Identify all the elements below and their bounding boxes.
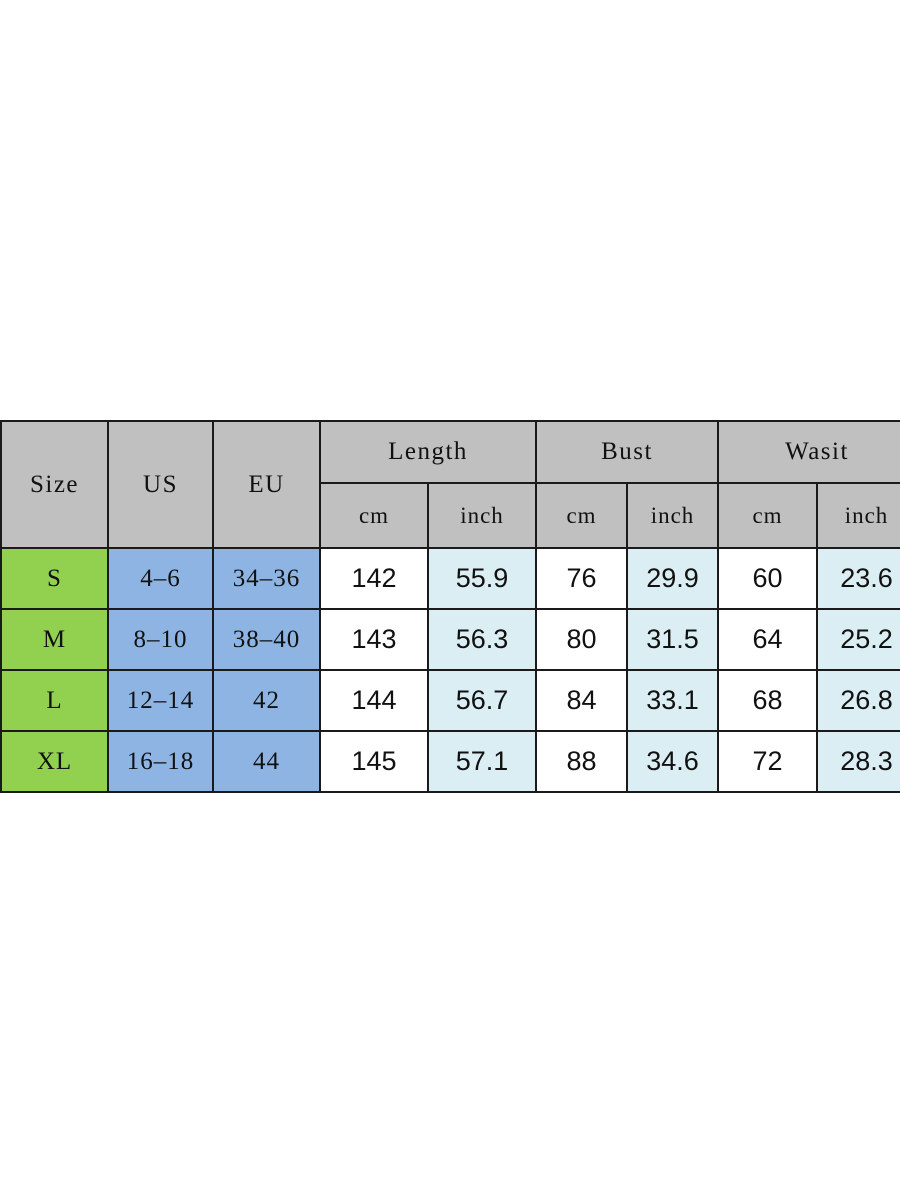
cell-waist-cm: 68 (717, 669, 818, 732)
table-row: S 4–6 34–36 142 55.9 76 29.9 60 23.6 (0, 547, 900, 610)
table-row: M 8–10 38–40 143 56.3 80 31.5 64 25.2 (0, 608, 900, 671)
cell-waist-inch: 28.3 (816, 730, 900, 793)
header-us: US (107, 420, 214, 549)
header-waist-cm: cm (717, 482, 818, 549)
cell-size: S (0, 547, 109, 610)
cell-us: 8–10 (107, 608, 214, 671)
cell-size: L (0, 669, 109, 732)
table-row: L 12–14 42 144 56.7 84 33.1 68 26.8 (0, 669, 900, 732)
cell-waist-inch: 23.6 (816, 547, 900, 610)
cell-us: 12–14 (107, 669, 214, 732)
cell-length-inch: 56.7 (427, 669, 537, 732)
cell-length-cm: 143 (319, 608, 429, 671)
cell-eu: 38–40 (212, 608, 321, 671)
cell-waist-cm: 72 (717, 730, 818, 793)
cell-us: 16–18 (107, 730, 214, 793)
header-row-groups: Size US EU Length Bust Wasit (0, 420, 900, 549)
cell-size: M (0, 608, 109, 671)
cell-waist-inch: 26.8 (816, 669, 900, 732)
size-chart-header: Size US EU Length Bust Wasit cm inch cm … (0, 420, 900, 549)
cell-length-inch: 56.3 (427, 608, 537, 671)
header-waist-inch: inch (816, 482, 900, 549)
header-group-length: Length (319, 420, 537, 484)
cell-bust-inch: 31.5 (626, 608, 719, 671)
header-group-waist: Wasit (717, 420, 900, 484)
header-bust-cm: cm (535, 482, 628, 549)
cell-length-cm: 142 (319, 547, 429, 610)
cell-eu: 42 (212, 669, 321, 732)
header-length-inch: inch (427, 482, 537, 549)
header-bust-inch: inch (626, 482, 719, 549)
header-group-bust: Bust (535, 420, 719, 484)
cell-bust-inch: 33.1 (626, 669, 719, 732)
cell-length-inch: 57.1 (427, 730, 537, 793)
cell-eu: 34–36 (212, 547, 321, 610)
table-row: XL 16–18 44 145 57.1 88 34.6 72 28.3 (0, 730, 900, 793)
size-chart-body: S 4–6 34–36 142 55.9 76 29.9 60 23.6 M 8… (0, 547, 900, 793)
size-chart-table: Size US EU Length Bust Wasit cm inch cm … (0, 420, 900, 793)
cell-waist-cm: 64 (717, 608, 818, 671)
cell-size: XL (0, 730, 109, 793)
cell-bust-inch: 29.9 (626, 547, 719, 610)
cell-bust-cm: 80 (535, 608, 628, 671)
header-length-cm: cm (319, 482, 429, 549)
cell-us: 4–6 (107, 547, 214, 610)
cell-waist-cm: 60 (717, 547, 818, 610)
cell-length-cm: 144 (319, 669, 429, 732)
cell-eu: 44 (212, 730, 321, 793)
cell-waist-inch: 25.2 (816, 608, 900, 671)
header-size: Size (0, 420, 109, 549)
cell-bust-cm: 88 (535, 730, 628, 793)
cell-bust-cm: 76 (535, 547, 628, 610)
cell-length-cm: 145 (319, 730, 429, 793)
cell-length-inch: 55.9 (427, 547, 537, 610)
cell-bust-cm: 84 (535, 669, 628, 732)
header-eu: EU (212, 420, 321, 549)
cell-bust-inch: 34.6 (626, 730, 719, 793)
size-chart-container: Size US EU Length Bust Wasit cm inch cm … (0, 420, 900, 793)
